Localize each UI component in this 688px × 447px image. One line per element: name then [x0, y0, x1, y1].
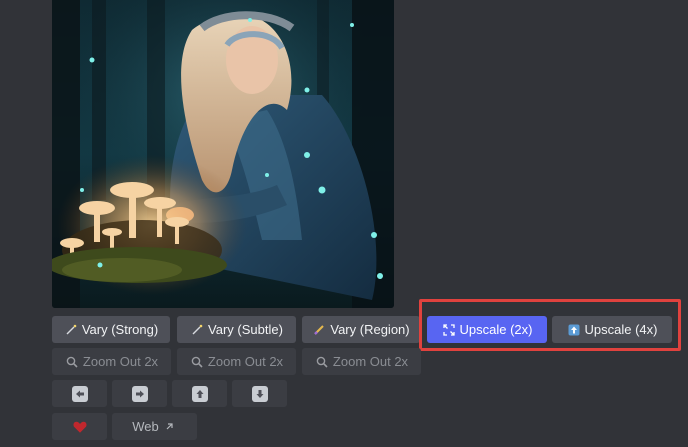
- vary-strong-button[interactable]: Vary (Strong): [52, 316, 170, 343]
- zoom-out-2x-button[interactable]: Zoom Out 2x: [52, 348, 171, 375]
- vary-strong-label: Vary (Strong): [81, 322, 159, 337]
- zoom-out-2x-button[interactable]: Zoom Out 2x: [302, 348, 421, 375]
- pan-right-button[interactable]: [112, 380, 167, 407]
- arrow-up-icon: [191, 385, 208, 402]
- magnifier-icon: [190, 355, 204, 369]
- zoom-out-label: Zoom Out 2x: [332, 354, 409, 369]
- pan-left-button[interactable]: [52, 380, 107, 407]
- zoom-out-label: Zoom Out 2x: [82, 354, 159, 369]
- arrow-right-icon: [131, 385, 148, 402]
- web-label: Web: [132, 419, 159, 434]
- arrow-down-icon: [251, 385, 268, 402]
- web-link-button[interactable]: Web: [112, 413, 197, 440]
- magic-wand-icon: [64, 323, 78, 337]
- brush-icon: [312, 323, 326, 337]
- zoom-out-label: Zoom Out 2x: [207, 354, 284, 369]
- generated-image[interactable]: [52, 0, 394, 308]
- artwork-illustration: [52, 0, 394, 308]
- zoom-out-2x-button[interactable]: Zoom Out 2x: [177, 348, 296, 375]
- arrow-left-icon: [71, 385, 88, 402]
- magnifier-icon: [315, 355, 329, 369]
- vary-region-label: Vary (Region): [330, 322, 410, 337]
- favorite-button[interactable]: [52, 413, 107, 440]
- message-page: Vary (Strong) Vary (Subtle) Vary (Region…: [0, 0, 688, 447]
- heart-icon: [72, 420, 87, 434]
- vary-subtle-button[interactable]: Vary (Subtle): [177, 316, 296, 343]
- pan-up-button[interactable]: [172, 380, 227, 407]
- vary-subtle-label: Vary (Subtle): [208, 322, 283, 337]
- magic-wand-icon: [190, 323, 204, 337]
- vary-region-button[interactable]: Vary (Region): [302, 316, 420, 343]
- pan-down-button[interactable]: [232, 380, 287, 407]
- magnifier-icon: [65, 355, 79, 369]
- external-link-icon: [163, 420, 177, 434]
- highlight-annotation: [419, 299, 681, 351]
